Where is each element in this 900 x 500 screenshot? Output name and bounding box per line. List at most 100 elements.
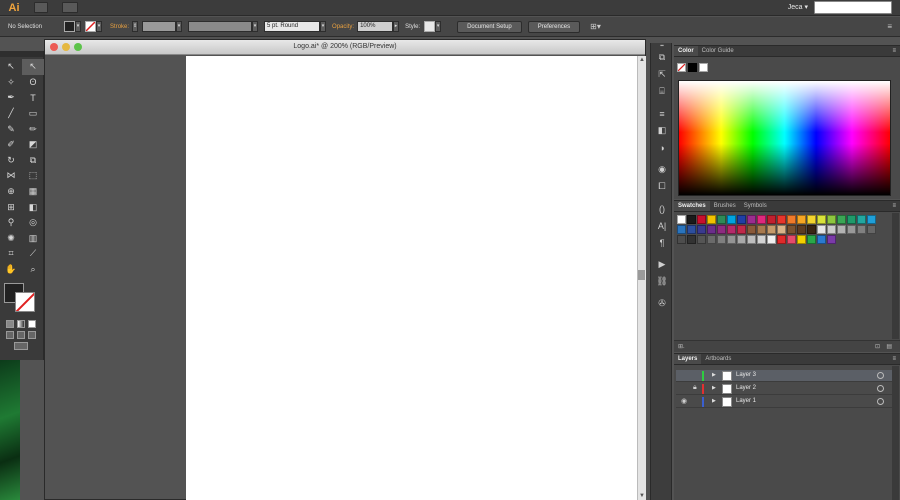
actions-panel-icon[interactable]: ▶ xyxy=(651,256,673,273)
bridge-button[interactable] xyxy=(34,2,48,13)
fill-stroke-widget[interactable] xyxy=(0,281,43,317)
swatch-color[interactable] xyxy=(817,215,826,224)
swatch-color[interactable] xyxy=(757,225,766,234)
swatches-panel-menu-icon[interactable]: ≡ xyxy=(892,201,896,212)
transparency-panel-icon[interactable]: ◑ xyxy=(651,139,673,156)
tab-artboards[interactable]: Artboards xyxy=(701,354,735,364)
lasso-tool-icon[interactable]: ʘ xyxy=(22,75,44,91)
blend-tool-icon[interactable]: ◎ xyxy=(22,215,44,231)
draw-behind-icon[interactable] xyxy=(17,331,25,340)
paintbrush-tool-icon[interactable]: ✎ xyxy=(0,121,22,137)
free-transform-tool-icon[interactable]: ⬚ xyxy=(22,168,44,184)
scroll-thumb[interactable] xyxy=(638,270,645,280)
vertical-scrollbar[interactable]: ▲ ▼ xyxy=(637,56,646,500)
artboard-tool-icon[interactable]: ⌗ xyxy=(0,246,22,262)
layer-target-icon[interactable] xyxy=(877,372,884,379)
swatch-color[interactable] xyxy=(817,235,826,244)
swatch-color[interactable] xyxy=(707,215,716,224)
layer-row-1[interactable]: ◉ ▶ Layer 1 xyxy=(676,396,898,408)
stroke-label[interactable]: Stroke: xyxy=(110,24,129,30)
swatch-color[interactable] xyxy=(857,225,866,234)
navigator-panel-icon[interactable]: ✇ xyxy=(651,295,673,312)
color-panel-menu-icon[interactable]: ≡ xyxy=(892,46,896,57)
brush-definition-dropdown[interactable]: ▾ xyxy=(320,21,327,32)
expand-layer-icon[interactable]: ▶ xyxy=(712,398,716,404)
swatch-color[interactable] xyxy=(777,235,786,244)
swatch-color[interactable] xyxy=(777,225,786,234)
column-graph-tool-icon[interactable]: ▥ xyxy=(22,231,44,247)
symbol-sprayer-tool-icon[interactable]: ✺ xyxy=(0,231,22,247)
swatch-color[interactable] xyxy=(827,215,836,224)
black-color-swatch[interactable] xyxy=(688,63,697,72)
swatch-color[interactable] xyxy=(697,215,706,224)
tab-brushes[interactable]: Brushes xyxy=(710,201,740,211)
swatch-color[interactable] xyxy=(747,215,756,224)
swatch-color[interactable] xyxy=(737,225,746,234)
swatch-color[interactable] xyxy=(867,215,876,224)
document-setup-button[interactable]: Document Setup xyxy=(457,20,522,33)
swatch-color[interactable] xyxy=(687,235,696,244)
gradient-tool-icon[interactable]: ◧ xyxy=(22,199,44,215)
swatch-color[interactable] xyxy=(707,225,716,234)
tab-color[interactable]: Color xyxy=(674,46,698,56)
swatch-color[interactable] xyxy=(717,215,726,224)
swatch-color[interactable] xyxy=(677,215,686,224)
rectangle-tool-icon[interactable]: ▭ xyxy=(22,106,44,122)
swatch-color[interactable] xyxy=(837,215,846,224)
preferences-button[interactable]: Preferences xyxy=(527,20,581,33)
opacity-label[interactable]: Opacity: xyxy=(332,24,354,30)
shape-builder-tool-icon[interactable]: ⊕ xyxy=(0,184,22,200)
stroke-weight-stepper[interactable]: ⇕ xyxy=(132,21,139,32)
stroke-swatch[interactable] xyxy=(85,21,97,32)
rotate-tool-icon[interactable]: ↻ xyxy=(0,153,22,169)
white-color-swatch[interactable] xyxy=(699,63,708,72)
transform-icon[interactable]: ⇱ xyxy=(651,66,673,83)
swatch-color[interactable] xyxy=(857,215,866,224)
gradient-mode-icon[interactable] xyxy=(17,320,25,329)
width-tool-icon[interactable]: ⋈ xyxy=(0,168,22,184)
none-color-swatch[interactable] xyxy=(677,63,686,72)
swatch-color[interactable] xyxy=(767,235,776,244)
swatch-color[interactable] xyxy=(707,235,716,244)
graphic-style-swatch[interactable] xyxy=(424,21,436,32)
mesh-tool-icon[interactable]: ⊞ xyxy=(0,199,22,215)
scale-tool-icon[interactable]: ⧉ xyxy=(22,153,44,169)
color-spectrum[interactable] xyxy=(678,80,891,196)
swatch-color[interactable] xyxy=(687,215,696,224)
tab-swatches[interactable]: Swatches xyxy=(674,201,710,211)
swatch-color[interactable] xyxy=(797,235,806,244)
graphic-styles-panel-icon[interactable]: ⧠ xyxy=(651,178,673,195)
eraser-tool-icon[interactable]: ◩ xyxy=(22,137,44,153)
arrange-icon[interactable]: ⊞▾ xyxy=(590,22,601,31)
help-search-input[interactable] xyxy=(814,1,892,14)
swatch-color[interactable] xyxy=(767,215,776,224)
selection-tool-icon[interactable]: ↖ xyxy=(0,59,22,75)
magic-wand-tool-icon[interactable]: ✧ xyxy=(0,75,22,91)
swatch-color[interactable] xyxy=(807,215,816,224)
hand-tool-icon[interactable]: ✋ xyxy=(0,262,22,278)
swatch-color[interactable] xyxy=(717,235,726,244)
swatch-color[interactable] xyxy=(687,225,696,234)
paragraph-panel-icon[interactable]: ¶ xyxy=(651,234,673,251)
swatch-color[interactable] xyxy=(827,225,836,234)
swatch-color[interactable] xyxy=(827,235,836,244)
stroke-weight-dropdown[interactable]: ▾ xyxy=(176,21,183,32)
swatch-color[interactable] xyxy=(777,215,786,224)
swatch-color[interactable] xyxy=(697,225,706,234)
swatch-color[interactable] xyxy=(737,215,746,224)
links-panel-icon[interactable]: ⛓ xyxy=(651,273,673,290)
swatch-color[interactable] xyxy=(807,235,816,244)
tab-layers[interactable]: Layers xyxy=(674,354,702,364)
visibility-eye-icon[interactable]: ◉ xyxy=(681,397,687,405)
swatch-color[interactable] xyxy=(787,235,796,244)
draw-normal-icon[interactable] xyxy=(6,331,14,340)
tab-symbols[interactable]: Symbols xyxy=(740,201,771,211)
swatch-color[interactable] xyxy=(727,235,736,244)
fill-swatch[interactable] xyxy=(64,21,76,32)
swatch-color[interactable] xyxy=(747,235,756,244)
stroke-panel-icon[interactable]: ≡ xyxy=(651,105,673,122)
perspective-grid-tool-icon[interactable]: ▦ xyxy=(22,184,44,200)
layer-name[interactable]: Layer 1 xyxy=(736,398,756,404)
opacity-field[interactable]: 100% xyxy=(357,21,394,32)
stroke-weight-field[interactable] xyxy=(142,21,177,32)
